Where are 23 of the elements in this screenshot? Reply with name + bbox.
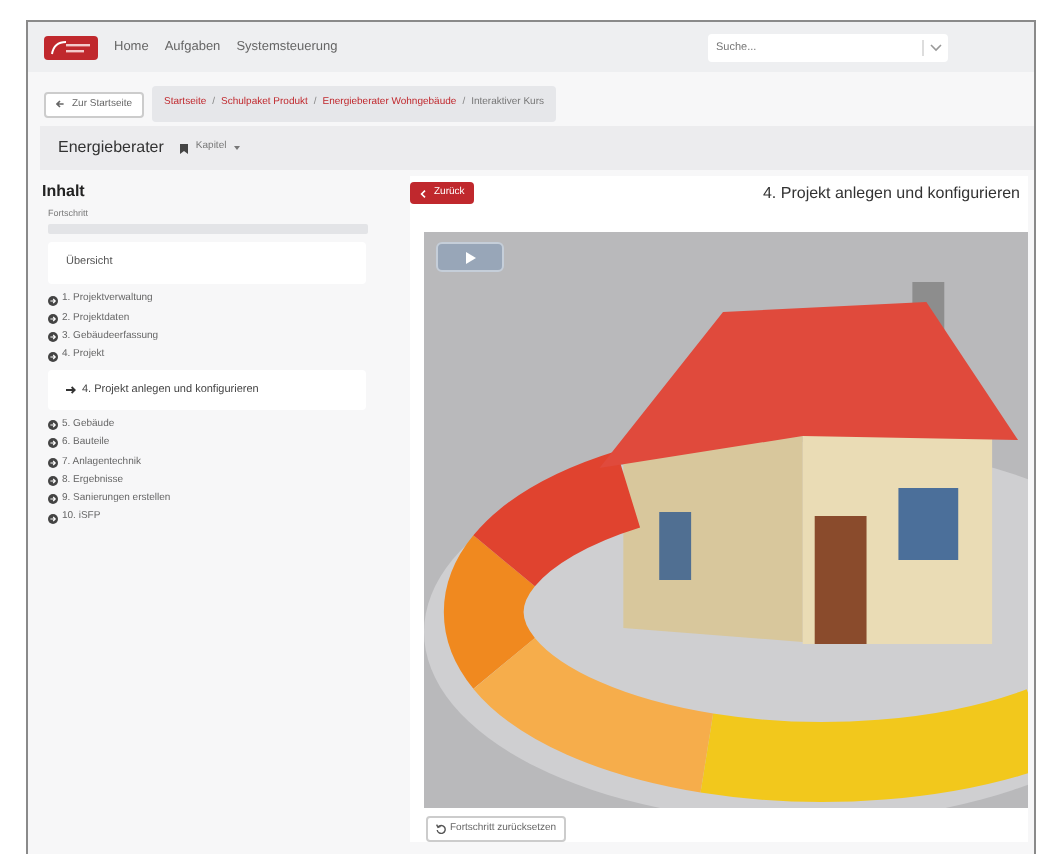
arrow-circle-icon [48, 295, 58, 306]
reset-icon [436, 824, 446, 834]
arrow-circle-icon [48, 438, 58, 449]
arrow-circle-icon [48, 351, 58, 362]
sidebar-heading: Inhalt [42, 182, 87, 202]
arrow-left-icon [56, 100, 64, 108]
arrow-circle-icon [48, 513, 58, 524]
caret-icon [234, 146, 241, 150]
arrow-circle-icon [48, 332, 58, 343]
arrow-right-icon [66, 385, 76, 394]
chevron-left-icon [420, 189, 426, 197]
arrow-circle-icon [48, 314, 58, 325]
arrow-circle-icon [48, 494, 58, 505]
play-button[interactable] [436, 242, 504, 272]
logo-icon [44, 35, 98, 59]
arrow-circle-icon [48, 457, 58, 468]
bookmark-icon [179, 143, 188, 153]
arrow-circle-icon [48, 476, 58, 487]
play-icon [465, 251, 475, 263]
arrow-circle-icon [48, 420, 58, 431]
course-title: Energieberater [58, 136, 164, 160]
lesson-title: 4. Projekt anlegen und konfigurieren [762, 183, 1020, 203]
chevron-down-icon [930, 43, 942, 51]
